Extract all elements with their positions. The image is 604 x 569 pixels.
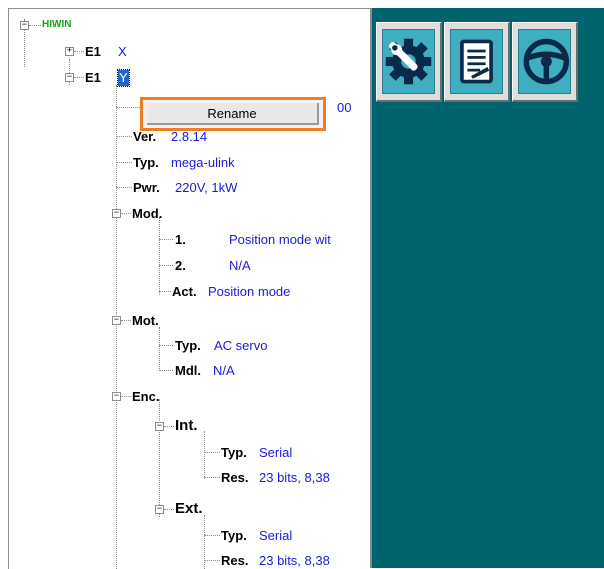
mot-mdl-value: N/A xyxy=(213,363,235,378)
enc-ext-res-label: Res. xyxy=(221,553,249,568)
rename-menu-item[interactable]: Rename xyxy=(147,103,319,125)
collapse-icon[interactable]: − xyxy=(155,505,164,514)
expand-icon[interactable]: + xyxy=(65,47,74,56)
pwr-value: 220V, 1kW xyxy=(175,180,238,195)
axis-y-name-selected[interactable]: Y xyxy=(117,69,130,87)
axis-y-label[interactable]: E1 xyxy=(85,70,101,86)
collapse-icon[interactable]: − xyxy=(112,316,121,325)
tree-root-label[interactable]: HIWIN xyxy=(42,19,71,31)
mot-mdl-label: Mdl. xyxy=(175,363,201,378)
typ-label: Typ. xyxy=(133,155,159,170)
steering-wheel-button[interactable] xyxy=(512,22,578,102)
enc-int-res-value: 23 bits, 8,38 xyxy=(259,470,330,485)
tree-view[interactable]: − + − − − − − − HIWIN E1 X E1 Y 00 Ver. … xyxy=(8,8,371,569)
settings-button[interactable] xyxy=(376,22,442,102)
collapse-icon[interactable]: − xyxy=(20,21,29,30)
steering-wheel-icon xyxy=(518,29,571,94)
mod-act-value: Position mode xyxy=(208,284,291,299)
mod-item2-label: 2. xyxy=(175,258,186,273)
document-icon xyxy=(450,29,503,94)
obscured-value: 00 xyxy=(337,100,352,115)
mod-item1-value: Position mode wit xyxy=(229,232,331,247)
enc-ext-typ-label: Typ. xyxy=(221,528,247,543)
main-panel xyxy=(372,8,604,568)
ver-value: 2.8.14 xyxy=(171,129,208,144)
typ-value: mega-ulink xyxy=(171,155,235,170)
enc-ext-res-value: 23 bits, 8,38 xyxy=(259,553,330,568)
mod-item1-label: 1. xyxy=(175,232,186,247)
mot-typ-value: AC servo xyxy=(214,338,268,353)
enc-int-typ-label: Typ. xyxy=(221,445,247,460)
mod-act-label: Act. xyxy=(172,284,197,299)
enc-int-typ-value: Serial xyxy=(259,445,293,460)
mod-item2-value: N/A xyxy=(229,258,251,273)
wrench-gear-icon xyxy=(382,29,435,94)
mot-label[interactable]: Mot. xyxy=(132,313,159,329)
collapse-icon[interactable]: − xyxy=(112,209,121,218)
pwr-label: Pwr. xyxy=(133,180,160,195)
enc-ext-label[interactable]: Ext. xyxy=(175,501,203,517)
mot-typ-label: Typ. xyxy=(175,338,201,353)
mod-label[interactable]: Mod. xyxy=(132,206,162,222)
context-menu: Rename xyxy=(140,97,326,131)
enc-int-res-label: Res. xyxy=(221,470,249,485)
enc-label[interactable]: Enc. xyxy=(132,389,159,405)
collapse-icon[interactable]: − xyxy=(155,422,164,431)
collapse-icon[interactable]: − xyxy=(65,73,74,82)
document-button[interactable] xyxy=(444,22,510,102)
enc-int-label[interactable]: Int. xyxy=(175,418,198,434)
axis-x-label[interactable]: E1 xyxy=(85,44,101,60)
enc-ext-typ-value: Serial xyxy=(259,528,293,543)
axis-x-name[interactable]: X xyxy=(118,44,127,60)
ver-label: Ver. xyxy=(133,129,157,144)
collapse-icon[interactable]: − xyxy=(112,392,121,401)
